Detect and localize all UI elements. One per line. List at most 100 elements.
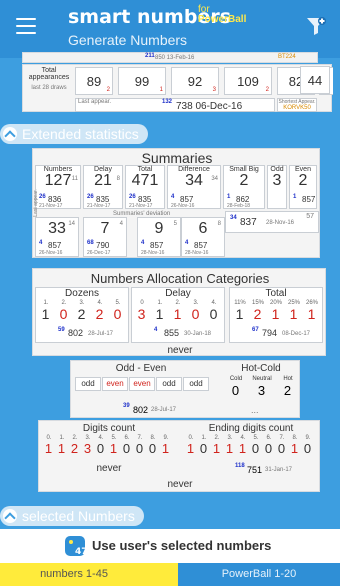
summary-date: 21-Nov-17: [39, 203, 63, 209]
summary-value: 2: [239, 172, 249, 189]
deviation-cell: 7 4 68 790 26-Dec-17: [83, 217, 127, 257]
ending-value: 0: [199, 441, 208, 456]
total-appearances-label: Total appearances: [28, 67, 70, 81]
allocation-last-date: 30-Jan-18: [184, 331, 212, 337]
summary-cell: Even 2 1 857: [289, 165, 317, 209]
last-appear-cell: Last appear. 132 738 06-Dec-16: [75, 98, 275, 112]
filter-icon[interactable]: [304, 14, 328, 38]
summary-blue: 1: [293, 194, 297, 200]
deviation-sup: 8: [217, 221, 221, 227]
appear-cell-3: 92 3: [171, 67, 219, 95]
allocation-digit: 2: [253, 306, 262, 322]
total-appearances-sub: last 28 draws: [31, 85, 67, 91]
allocation-digit: 1: [307, 306, 316, 322]
allocation-last-text: 855: [164, 328, 180, 338]
summary-blue: 26: [87, 194, 94, 200]
deviation-date: 28-Nov-16: [141, 250, 165, 256]
digits-value: 0: [148, 441, 157, 456]
allocation-last-date: 28-Jul-17: [88, 331, 114, 337]
allocation-digit: 1: [155, 306, 164, 322]
deviation-blue: 4: [141, 240, 145, 246]
summary-sup: 8: [116, 176, 120, 182]
top-strip-right: BT224: [278, 54, 296, 60]
hotcold-title: Hot-Cold: [241, 363, 281, 374]
appear-value: 44: [307, 73, 323, 88]
appear-value: 109: [237, 74, 259, 89]
ending-value: 1: [238, 441, 247, 456]
deviation-cell: 6 8 4 857 28-Nov-16: [181, 217, 225, 257]
allocation-digit: 1: [235, 306, 244, 322]
allocation-group: Total 11% 1 15% 2 20% 1 25% 1 26% 1 67 794 08-Dec-17: [229, 287, 323, 343]
app-bar: smart numbers for PowerBall Generate Num…: [0, 0, 340, 58]
last-appear-num: 132: [162, 99, 173, 105]
selected-numbers-toggle[interactable]: selected Numbers: [0, 506, 144, 526]
summaries-title: Summaries: [141, 150, 213, 166]
extended-statistics-title: Extended statistics: [22, 126, 139, 142]
allocation-digit: 1: [289, 306, 298, 322]
summary-date: 21-Nov-17: [129, 203, 153, 209]
summaries-panel: Summaries Numbers 127 11 26 836 21-Nov-17 Dela…: [32, 148, 320, 258]
appear-cell-1: 89 2: [75, 67, 113, 95]
deviation-sup: 14: [68, 221, 75, 227]
oddeven-cell: even: [129, 377, 155, 391]
allocation-digit: 2: [95, 306, 104, 322]
collapse-icon: [3, 127, 17, 141]
oddeven-cell: odd: [156, 377, 182, 391]
use-selected-numbers-button[interactable]: 47 Use user's selected numbers: [0, 529, 340, 563]
menu-icon[interactable]: [16, 18, 36, 34]
allocation-digit: 0: [59, 306, 68, 322]
ending-value: 1: [225, 441, 234, 456]
tab-gap: [148, 563, 178, 586]
appear-value: 99: [134, 74, 150, 89]
allocation-digit: 0: [113, 306, 122, 322]
tab-powerball[interactable]: PowerBall 1-20: [178, 563, 340, 586]
allocation-title: Numbers Allocation Categories: [90, 271, 270, 286]
dice-icon: 47: [65, 536, 86, 557]
summary-blue: 4: [171, 194, 175, 200]
summary-value: 2: [298, 172, 308, 189]
allocation-digit: 0: [191, 306, 200, 322]
allocation-last-blue: 59: [58, 327, 65, 333]
appear-cell-2: 99 1: [118, 67, 166, 95]
digits-bottom-never: never: [167, 479, 193, 490]
tab-numbers[interactable]: numbers 1-45: [0, 563, 148, 586]
deviation-sup: 4: [119, 221, 123, 227]
ending-value: 1: [290, 441, 299, 456]
allocation-group: Dozens 1. 1 2. 0 3. 2 4. 2 5. 0 59 802 28-Jul-17: [35, 287, 129, 343]
deviation-sup: 5: [173, 221, 177, 227]
deviation-date: 26-Nov-16: [39, 250, 63, 256]
shortest-text: KORVK50: [283, 105, 311, 111]
allocation-last-text: 794: [262, 328, 278, 338]
summary-date: 28-Feb-18: [227, 203, 251, 209]
summary-cell: Odd 3: [267, 165, 287, 209]
digits-title: Digits count: [82, 423, 136, 434]
summary-date: 26-Nov-16: [171, 203, 195, 209]
deviation-blue: 4: [39, 240, 43, 246]
allocation-digit: 3: [137, 306, 146, 322]
stdev-right-cell: 34 837 28-Nov-16 57: [225, 211, 319, 233]
oddeven-cell: even: [102, 377, 128, 391]
digits-date: 31-Jan-17: [265, 467, 293, 473]
oddeven-dots: ...: [251, 405, 259, 415]
hotcold-value: 2: [283, 383, 292, 398]
summary-sub: 857: [302, 195, 316, 204]
deviation-cell: 33 14 4 857 26-Nov-16: [35, 217, 79, 257]
oddeven-text: 802: [133, 405, 149, 415]
total-appearances-panel: Total appearances last 28 draws 89 2 99 1 …: [22, 64, 333, 112]
shortest-cell: Shortest Appear. KORVK50: [277, 98, 317, 112]
summary-cell: Total 471 26 835 21-Nov-17: [125, 165, 165, 209]
hotcold-label: Neutral: [252, 376, 272, 382]
stdev-right-sub: 837: [240, 217, 257, 228]
deviation-date: 26-Dec-17: [87, 250, 111, 256]
allocation-digit: 1: [173, 306, 182, 322]
oddeven-date: 28-Jul-17: [151, 407, 177, 413]
deviation-sub: 790: [96, 241, 110, 250]
extended-statistics-toggle[interactable]: Extended statistics: [0, 124, 148, 144]
deviation-sub: 857: [150, 241, 164, 250]
ending-digits-title: Ending digits count: [208, 423, 294, 434]
summary-blue: 26: [129, 194, 136, 200]
last-appear-text: 738 06-Dec-16: [176, 101, 243, 112]
summary-sup: 11: [71, 176, 78, 182]
digits-value: 0: [122, 441, 131, 456]
app-brand: PowerBall: [198, 14, 247, 25]
